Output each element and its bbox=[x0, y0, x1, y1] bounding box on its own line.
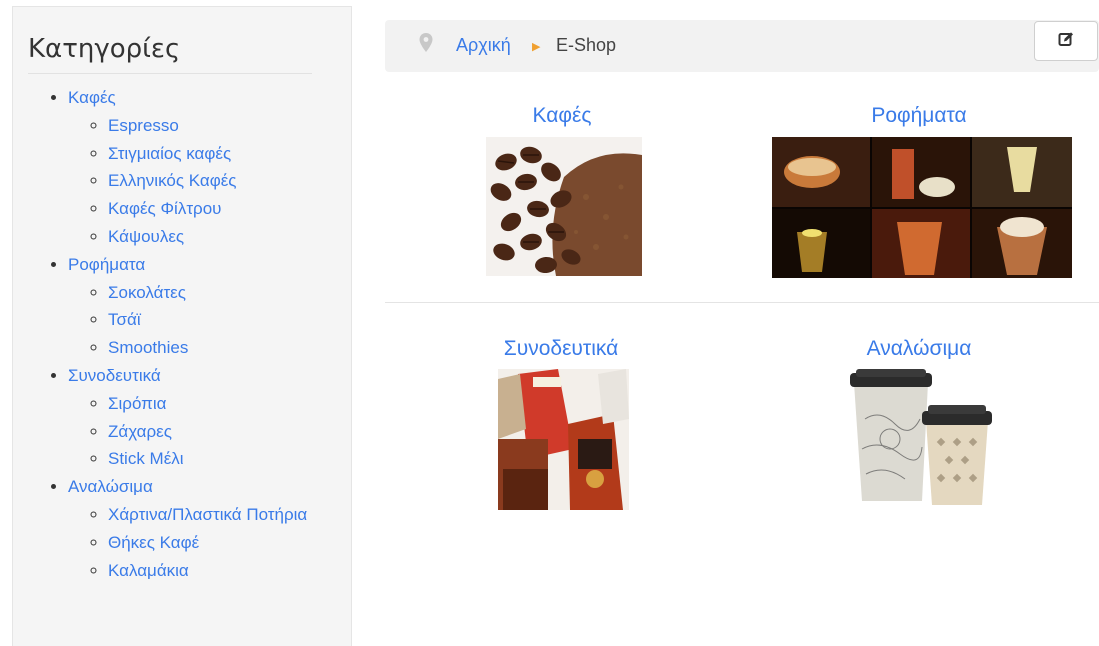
subcategory-link-honey-stick[interactable]: Stick Μέλι bbox=[108, 449, 184, 468]
subcategory-item: Ελληνικός Καφές bbox=[108, 167, 308, 195]
tile-image-coffee[interactable] bbox=[486, 137, 642, 276]
subcategory-item: Κάψουλες bbox=[108, 223, 308, 251]
category-link-coffee[interactable]: Καφές bbox=[68, 88, 116, 107]
subcategory-link-smoothies[interactable]: Smoothies bbox=[108, 338, 188, 357]
category-item-drinks: Ροφήματα Σοκολάτες Τσάϊ Smoothies bbox=[68, 251, 308, 362]
sidebar-divider bbox=[28, 73, 312, 74]
category-item-accompaniments: Συνοδευτικά Σιρόπια Ζάχαρες Stick Μέλι bbox=[68, 362, 308, 473]
category-item-coffee: Καφές Espresso Στιγμιαίος καφές Ελληνικό… bbox=[68, 84, 308, 251]
subcategory-list: Χάρτινα/Πλαστικά Ποτήρια Θήκες Καφέ Καλα… bbox=[68, 501, 308, 584]
tile-image-consumables[interactable] bbox=[850, 369, 994, 509]
subcategory-link-straws[interactable]: Καλαμάκια bbox=[108, 561, 189, 580]
subcategory-link-filter-coffee[interactable]: Καφές Φίλτρου bbox=[108, 199, 221, 218]
subcategory-item: Ζάχαρες bbox=[108, 418, 308, 446]
subcategory-link-chocolates[interactable]: Σοκολάτες bbox=[108, 283, 186, 302]
subcategory-item: Smoothies bbox=[108, 334, 308, 362]
tile-title-drinks[interactable]: Ροφήματα bbox=[871, 104, 966, 128]
category-link-accompaniments[interactable]: Συνοδευτικά bbox=[68, 366, 161, 385]
edit-button[interactable] bbox=[1034, 21, 1098, 61]
subcategory-item: Καφές Φίλτρου bbox=[108, 195, 308, 223]
map-marker-icon bbox=[419, 33, 433, 58]
subcategory-link-greek-coffee[interactable]: Ελληνικός Καφές bbox=[108, 171, 237, 190]
subcategory-item: Σοκολάτες bbox=[108, 279, 308, 307]
tile-image-drinks[interactable] bbox=[772, 137, 1072, 278]
breadcrumb-home-link[interactable]: Αρχική bbox=[456, 35, 511, 56]
subcategory-item: Espresso bbox=[108, 112, 308, 140]
subcategory-link-espresso[interactable]: Espresso bbox=[108, 116, 179, 135]
subcategory-item: Stick Μέλι bbox=[108, 445, 308, 473]
subcategory-item: Θήκες Καφέ bbox=[108, 529, 308, 557]
subcategory-item: Καλαμάκια bbox=[108, 557, 308, 585]
category-list: Καφές Espresso Στιγμιαίος καφές Ελληνικό… bbox=[28, 84, 308, 584]
subcategory-item: Στιγμιαίος καφές bbox=[108, 140, 308, 168]
tile-image-accompaniments[interactable] bbox=[498, 369, 629, 510]
tile-title-accompaniments[interactable]: Συνοδευτικά bbox=[504, 337, 619, 361]
breadcrumb: Αρχική ▶ E-Shop bbox=[385, 20, 1099, 72]
tile-title-consumables[interactable]: Αναλώσιμα bbox=[867, 337, 972, 361]
subcategory-item: Τσάϊ bbox=[108, 306, 308, 334]
edit-icon bbox=[1058, 31, 1074, 52]
tile-title-coffee[interactable]: Καφές bbox=[533, 104, 592, 128]
subcategory-item: Σιρόπια bbox=[108, 390, 308, 418]
tiles-divider bbox=[385, 302, 1099, 303]
subcategory-link-instant-coffee[interactable]: Στιγμιαίος καφές bbox=[108, 144, 231, 163]
subcategory-item: Χάρτινα/Πλαστικά Ποτήρια bbox=[108, 501, 308, 529]
subcategory-list: Σοκολάτες Τσάϊ Smoothies bbox=[68, 279, 308, 362]
caret-right-icon: ▶ bbox=[532, 41, 541, 53]
subcategory-list: Σιρόπια Ζάχαρες Stick Μέλι bbox=[68, 390, 308, 473]
subcategory-link-capsules[interactable]: Κάψουλες bbox=[108, 227, 184, 246]
subcategory-link-syrups[interactable]: Σιρόπια bbox=[108, 394, 167, 413]
category-item-consumables: Αναλώσιμα Χάρτινα/Πλαστικά Ποτήρια Θήκες… bbox=[68, 473, 308, 584]
subcategory-list: Espresso Στιγμιαίος καφές Ελληνικός Καφέ… bbox=[68, 112, 308, 251]
category-link-drinks[interactable]: Ροφήματα bbox=[68, 255, 145, 274]
subcategory-link-sugars[interactable]: Ζάχαρες bbox=[108, 422, 172, 441]
subcategory-link-coffee-sleeves[interactable]: Θήκες Καφέ bbox=[108, 533, 199, 552]
sidebar-title: Κατηγορίες bbox=[28, 34, 181, 64]
subcategory-link-paper-plastic-cups[interactable]: Χάρτινα/Πλαστικά Ποτήρια bbox=[108, 505, 307, 524]
breadcrumb-current: E-Shop bbox=[556, 35, 617, 55]
category-link-consumables[interactable]: Αναλώσιμα bbox=[68, 477, 153, 496]
subcategory-link-tea[interactable]: Τσάϊ bbox=[108, 310, 141, 329]
